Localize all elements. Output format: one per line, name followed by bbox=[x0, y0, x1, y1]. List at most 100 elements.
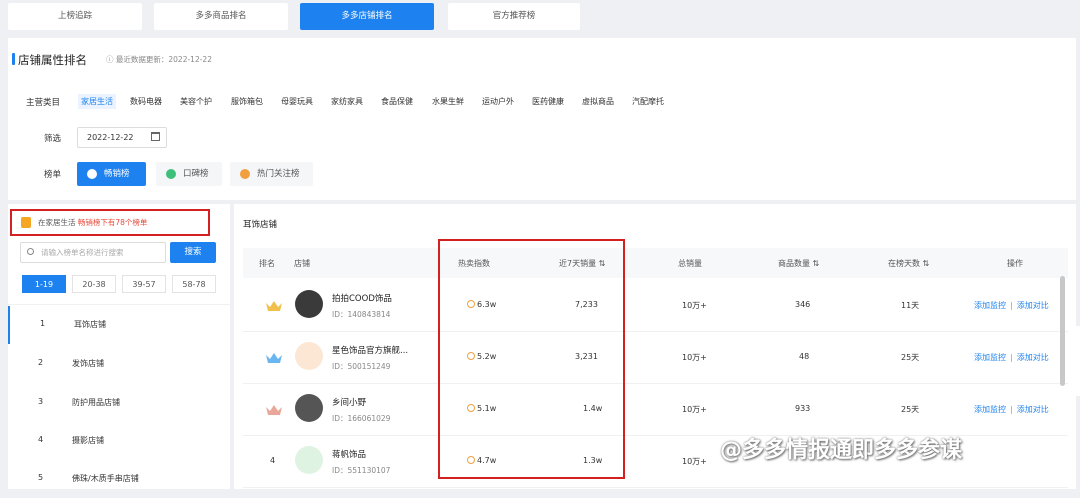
sidebar-item-protection[interactable]: 3 防护用品店铺 bbox=[8, 384, 230, 422]
date-picker[interactable]: 2022-12-22 bbox=[77, 127, 167, 148]
product-count: 48 bbox=[799, 352, 810, 361]
add-compare-link[interactable]: 添加对比 bbox=[1017, 405, 1049, 414]
shop-name[interactable]: 乡间小野 bbox=[332, 396, 366, 408]
sidebar-item-hair[interactable]: 2 发饰店铺 bbox=[8, 345, 230, 383]
table-row: 乡间小野 ID：166061029 5.1w 1.4w 10万+ 933 25天… bbox=[243, 384, 1068, 436]
board-bestseller-label: 畅销榜 bbox=[104, 169, 130, 179]
bronze-crown-icon bbox=[266, 405, 282, 415]
add-monitor-link[interactable]: 添加监控 bbox=[974, 301, 1006, 310]
avatar bbox=[295, 394, 323, 422]
sidebar-item-label: 发饰店铺 bbox=[72, 359, 104, 368]
date-value: 2022-12-22 bbox=[87, 133, 134, 142]
days-on-board: 11天 bbox=[901, 301, 920, 310]
tab-official-recommend[interactable]: 官方推荐榜 bbox=[448, 3, 580, 30]
shop-id: ID：140843814 bbox=[332, 310, 391, 319]
reputation-icon bbox=[166, 169, 176, 179]
board-hot-follow-label: 热门关注榜 bbox=[257, 169, 300, 179]
category-food[interactable]: 食品保健 bbox=[381, 96, 413, 107]
add-compare-link[interactable]: 添加对比 bbox=[1017, 353, 1049, 362]
board-reputation-button[interactable]: 口碑榜 bbox=[156, 162, 222, 186]
highlight-annotation-box bbox=[438, 239, 625, 479]
table-scrollbar[interactable] bbox=[1060, 276, 1065, 386]
shop-id: ID：500151249 bbox=[332, 362, 391, 371]
update-time: ⓘ 最近数据更新：2022-12-22 bbox=[106, 55, 212, 64]
category-fresh[interactable]: 水果生鲜 bbox=[432, 96, 464, 107]
range-tab-20-38[interactable]: 20-38 bbox=[72, 275, 116, 293]
category-auto[interactable]: 汽配摩托 bbox=[632, 96, 664, 107]
col-days-on-board[interactable]: 在榜天数 ⇅ bbox=[888, 258, 929, 269]
search-icon bbox=[27, 248, 34, 255]
tab-rank-tracking[interactable]: 上榜追踪 bbox=[8, 3, 142, 30]
col-total-sales: 总销量 bbox=[678, 259, 702, 268]
category-baby[interactable]: 母婴玩具 bbox=[281, 96, 313, 107]
add-monitor-link[interactable]: 添加监控 bbox=[974, 405, 1006, 414]
tab-shop-ranking[interactable]: 多多店铺排名 bbox=[300, 3, 434, 30]
total-sales: 10万+ bbox=[682, 405, 707, 414]
sidebar-item-label: 摄影店铺 bbox=[72, 436, 104, 445]
col-shop: 店铺 bbox=[294, 259, 310, 268]
days-on-board: 25天 bbox=[901, 405, 920, 414]
category-medical[interactable]: 医药健康 bbox=[532, 96, 564, 107]
sidebar-item-beads[interactable]: 5 佛珠/木质手串店铺 bbox=[8, 460, 230, 498]
table-title: 耳饰店铺 bbox=[243, 220, 278, 230]
category-furniture[interactable]: 家纺家具 bbox=[331, 96, 363, 107]
add-compare-link[interactable]: 添加对比 bbox=[1017, 301, 1049, 310]
sidebar-item-num: 3 bbox=[38, 397, 44, 406]
col-actions: 操作 bbox=[1007, 259, 1023, 268]
product-count: 346 bbox=[795, 300, 811, 309]
category-sports[interactable]: 运动户外 bbox=[482, 96, 514, 107]
total-sales: 10万+ bbox=[682, 457, 707, 466]
sidebar-item-num: 4 bbox=[38, 435, 44, 444]
row-actions: 添加监控 | 添加对比 bbox=[974, 405, 1049, 414]
range-tab-39-57[interactable]: 39-57 bbox=[122, 275, 166, 293]
col-rank: 排名 bbox=[259, 259, 275, 268]
filter-panel: 店铺属性排名 ⓘ 最近数据更新：2022-12-22 主营类目 家居生活 数码电… bbox=[8, 38, 1076, 200]
category-digital[interactable]: 数码电器 bbox=[130, 96, 162, 107]
bestseller-icon bbox=[87, 169, 97, 179]
row-actions: 添加监控 | 添加对比 bbox=[974, 353, 1049, 362]
category-home[interactable]: 家居生活 bbox=[78, 94, 116, 109]
hot-follow-icon bbox=[240, 169, 250, 179]
top-tabs: 上榜追踪 多多商品排名 多多店铺排名 官方推荐榜 bbox=[0, 0, 1080, 32]
search-placeholder: 请输入榜单名称进行搜索 bbox=[41, 248, 124, 257]
board-hot-follow-button[interactable]: 热门关注榜 bbox=[230, 162, 313, 186]
shop-id: ID：551130107 bbox=[332, 466, 391, 475]
add-monitor-link[interactable]: 添加监控 bbox=[974, 353, 1006, 362]
shop-id: ID：166061029 bbox=[332, 414, 391, 423]
row-actions: 添加监控 | 添加对比 bbox=[974, 301, 1049, 310]
sidebar-item-label: 耳饰店铺 bbox=[74, 320, 106, 329]
range-tab-58-78[interactable]: 58-78 bbox=[172, 275, 216, 293]
total-sales: 10万+ bbox=[682, 353, 707, 362]
category-beauty[interactable]: 美容个护 bbox=[180, 96, 212, 107]
hint-highlight: 畅销榜下有78个榜单 bbox=[77, 218, 148, 227]
category-apparel[interactable]: 服饰箱包 bbox=[231, 96, 263, 107]
range-tab-1-19[interactable]: 1-19 bbox=[22, 275, 66, 293]
avatar bbox=[295, 446, 323, 474]
category-label: 主营类目 bbox=[26, 98, 61, 108]
shop-name[interactable]: 星色饰品官方旗舰... bbox=[332, 344, 408, 356]
sidebar-item-earrings[interactable]: 1 耳饰店铺 bbox=[8, 306, 230, 344]
board-search-input[interactable]: 请输入榜单名称进行搜索 bbox=[20, 242, 166, 263]
sidebar-divider bbox=[8, 304, 230, 305]
sidebar-item-num: 5 bbox=[38, 473, 44, 482]
col-product-count[interactable]: 商品数量 ⇅ bbox=[778, 258, 819, 269]
shop-name[interactable]: 蒋帆饰品 bbox=[332, 448, 366, 460]
sidebar-item-num: 2 bbox=[38, 358, 44, 367]
sidebar-item-label: 佛珠/木质手串店铺 bbox=[72, 474, 139, 483]
avatar bbox=[295, 342, 323, 370]
board-bestseller-button[interactable]: 畅销榜 bbox=[77, 162, 146, 186]
category-virtual[interactable]: 虚拟商品 bbox=[582, 96, 614, 107]
page-title: 店铺属性排名 bbox=[12, 53, 87, 67]
table-row: 星色饰品官方旗舰... ID：500151249 5.2w 3,231 10万+… bbox=[243, 332, 1068, 384]
avatar bbox=[295, 290, 323, 318]
sidebar-item-photo[interactable]: 4 摄影店铺 bbox=[8, 422, 230, 460]
table-row: 拍拍COOD饰品 ID：140843814 6.3w 7,233 10万+ 34… bbox=[243, 280, 1068, 332]
shop-name[interactable]: 拍拍COOD饰品 bbox=[332, 292, 392, 304]
board-reputation-label: 口碑榜 bbox=[183, 169, 209, 179]
tab-goods-ranking[interactable]: 多多商品排名 bbox=[154, 3, 288, 30]
date-label: 筛选 bbox=[44, 134, 62, 144]
product-count: 933 bbox=[795, 404, 811, 413]
board-sidebar: 在家居生活 畅销榜下有78个榜单 请输入榜单名称进行搜索 搜索 1-19 20-… bbox=[8, 204, 230, 489]
calendar-icon bbox=[151, 132, 160, 141]
search-button[interactable]: 搜索 bbox=[170, 242, 216, 263]
